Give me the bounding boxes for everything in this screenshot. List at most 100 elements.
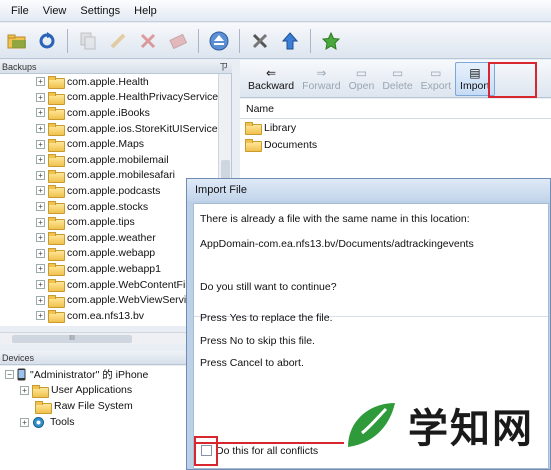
open-button[interactable]: ▭ Open [345, 62, 379, 96]
menu-file[interactable]: File [4, 5, 36, 17]
menu-settings[interactable]: Settings [73, 5, 127, 17]
expand-icon[interactable]: + [36, 139, 45, 149]
export-icon: ▭ [430, 65, 442, 80]
expand-icon[interactable]: + [20, 385, 29, 395]
erase-icon[interactable] [165, 28, 191, 54]
expand-icon[interactable]: + [36, 311, 45, 321]
folder-icon [245, 139, 262, 152]
folder-icon [48, 232, 65, 246]
file-name: Documents [264, 138, 318, 151]
folder-icon [35, 400, 52, 414]
folder-icon [48, 107, 65, 121]
folder-icon [48, 123, 65, 137]
expand-icon[interactable]: + [36, 155, 45, 165]
copy-icon[interactable] [75, 28, 101, 54]
tree-item-label: com.apple.mobilemail [67, 153, 169, 166]
forward-icon: ⇒ [316, 65, 327, 80]
checkbox-highlight [194, 436, 218, 466]
tree-item-label: com.apple.stocks [67, 200, 149, 213]
expand-icon[interactable]: + [36, 108, 45, 118]
iphone-icon [17, 368, 26, 380]
tree-item-label: com.apple.WebViewService [67, 294, 198, 307]
expand-icon[interactable]: + [36, 248, 45, 258]
export-button[interactable]: ▭ Export [417, 62, 455, 96]
expand-icon[interactable]: + [20, 417, 29, 427]
tree-item-label: com.apple.HealthPrivacyService [67, 91, 219, 104]
expand-icon[interactable]: + [36, 280, 45, 290]
open-folder-icon[interactable] [4, 28, 30, 54]
file-row-documents[interactable]: Documents [240, 136, 551, 153]
folder-icon [48, 310, 65, 324]
tree-label: Raw File System [54, 400, 133, 412]
apply-to-all-label[interactable]: Do this for all conflicts [216, 445, 318, 457]
expand-icon[interactable]: + [36, 217, 45, 227]
button-label: Forward [302, 79, 341, 92]
menu-bar: File View Settings Help [0, 0, 551, 22]
dialog-title[interactable]: Import File [187, 179, 550, 201]
folder-icon [48, 138, 65, 152]
dialog-path: AppDomain-com.ea.nfs13.bv/Documents/adtr… [200, 238, 474, 250]
tree-item[interactable]: + com.apple.ios.StoreKitUIService [0, 121, 231, 137]
tree-item-label: com.ea.nfs13.bv [67, 309, 145, 322]
file-row-library[interactable]: Library [240, 119, 551, 136]
tree-item-label: com.apple.Health [67, 75, 149, 88]
button-label: Open [348, 79, 375, 92]
dialog-message: There is already a file with the same na… [200, 213, 470, 225]
folder-icon [48, 185, 65, 199]
menu-help[interactable]: Help [127, 5, 164, 17]
expand-icon[interactable]: + [36, 92, 45, 102]
delete-icon[interactable] [135, 28, 161, 54]
folder-icon [48, 91, 65, 105]
device-name: "Administrator" 的 iPhone [30, 368, 149, 381]
expand-icon[interactable]: + [36, 170, 45, 180]
backward-icon: ⇐ [266, 65, 277, 80]
upload-icon[interactable] [277, 28, 303, 54]
refresh-icon[interactable] [34, 28, 60, 54]
tree-item-label: com.apple.webapp [67, 247, 156, 260]
dialog-question: Do you still want to continue? [200, 281, 337, 293]
import-button-highlight [488, 62, 537, 98]
folder-icon [48, 154, 65, 168]
tree-item-label: com.apple.WebContentFilte [67, 278, 197, 291]
checkbox-underline-highlight [194, 442, 344, 444]
collapse-icon[interactable]: − [5, 369, 14, 379]
folder-icon [48, 279, 65, 293]
watermark: 学知网 [340, 390, 551, 460]
menu-view[interactable]: View [36, 5, 74, 17]
expand-icon[interactable]: + [36, 295, 45, 305]
button-label: Import [460, 79, 490, 92]
folder-icon [48, 263, 65, 277]
column-header-name[interactable]: Name [240, 99, 551, 119]
clean-icon[interactable] [105, 28, 131, 54]
tree-item[interactable]: + com.apple.iBooks [0, 105, 231, 121]
tree-item[interactable]: + com.apple.Health [0, 74, 231, 90]
file-name: Library [264, 121, 297, 134]
expand-icon[interactable]: + [36, 202, 45, 212]
backward-button[interactable]: ⇐ Backward [244, 62, 298, 96]
tree-item[interactable]: + com.apple.Maps [0, 136, 231, 152]
tree-item-label: com.apple.tips [67, 216, 135, 229]
delete-button[interactable]: ▭ Delete [378, 62, 416, 96]
expand-icon[interactable]: + [36, 77, 45, 87]
expand-icon[interactable]: + [36, 124, 45, 134]
expand-icon[interactable]: + [36, 264, 45, 274]
tree-item[interactable]: + com.apple.HealthPrivacyService [0, 90, 231, 106]
tree-item-label: com.apple.podcasts [67, 184, 161, 197]
star-icon[interactable] [318, 28, 344, 54]
expand-icon[interactable]: + [36, 233, 45, 243]
scroll-thumb[interactable]: III [12, 335, 132, 343]
forward-button[interactable]: ⇒ Forward [298, 62, 345, 96]
tree-label: User Applications [51, 384, 133, 396]
expand-icon[interactable]: + [36, 186, 45, 196]
tree-item-label: com.apple.webapp1 [67, 262, 161, 275]
gear-icon [33, 416, 44, 428]
pin-icon[interactable]: ㄗ [219, 60, 228, 74]
eject-icon[interactable] [206, 28, 232, 54]
toolbar-separator [239, 28, 240, 53]
folder-icon [48, 201, 65, 215]
watermark-text: 学知网 [408, 406, 534, 452]
folder-icon [48, 247, 65, 261]
tree-item[interactable]: + com.apple.mobilemail [0, 152, 231, 168]
tools-icon[interactable] [247, 28, 273, 54]
tree-item-label: com.apple.mobilesafari [67, 169, 175, 182]
